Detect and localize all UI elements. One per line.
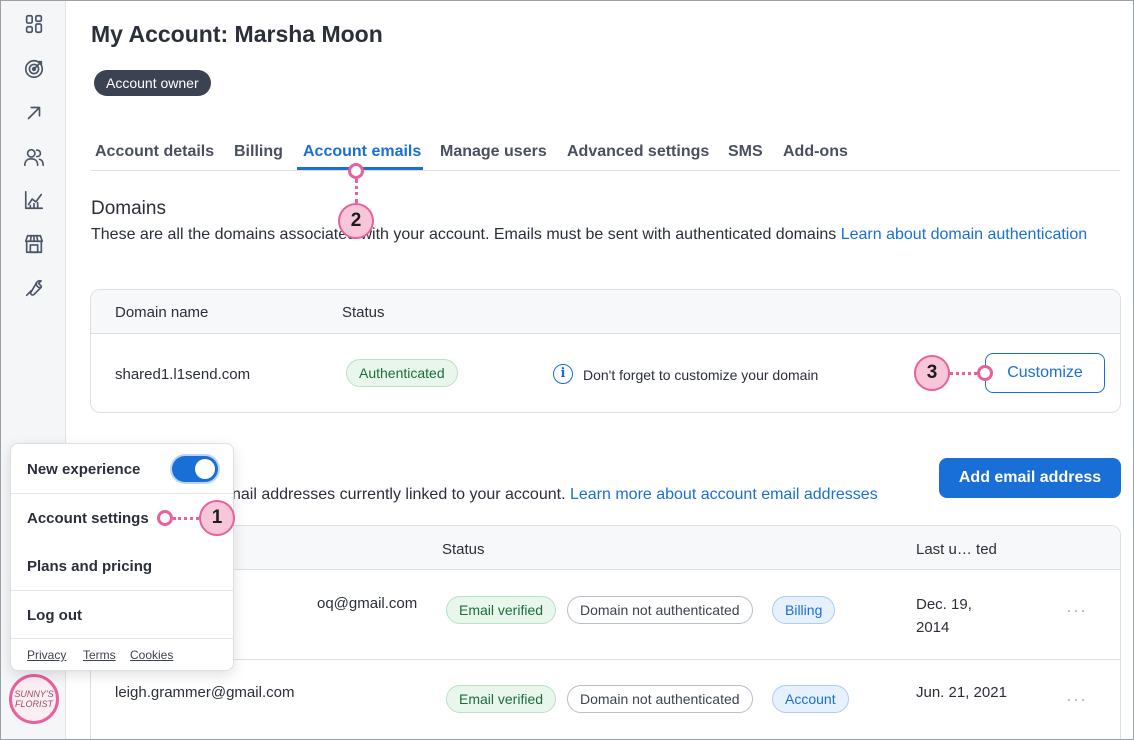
callout-1-marker [157, 510, 173, 526]
callout-1-connector [173, 517, 199, 520]
arrow-up-right-icon[interactable] [22, 101, 46, 125]
status-badge: Authenticated [346, 359, 458, 387]
menu-divider [11, 590, 233, 591]
column-domain-name: Domain name [115, 304, 209, 321]
domain-not-authenticated-badge: Domain not authenticated [567, 596, 753, 624]
more-options-icon[interactable]: ··· [1066, 600, 1087, 621]
column-last-updated: Last u… ted [916, 541, 997, 558]
tab-manage-users[interactable]: Manage users [440, 143, 547, 161]
new-experience-label: New experience [27, 461, 141, 478]
tab-bar: Account details Billing Account emails M… [91, 137, 1120, 171]
more-options-icon[interactable]: ··· [1066, 689, 1087, 710]
app-window: SUNNY'S FLORIST My Account: Marsha Moon … [0, 0, 1134, 740]
store-icon[interactable] [22, 232, 46, 256]
page-title: My Account: Marsha Moon [91, 21, 383, 47]
last-updated-line1: Jun. 21, 2021 [916, 684, 1007, 701]
account-badge: Account [772, 685, 849, 713]
target-icon[interactable] [22, 57, 46, 81]
tab-billing[interactable]: Billing [234, 143, 283, 161]
emails-description: nail addresses currently linked to your … [232, 483, 932, 507]
emails-table-header: Status Last u… ted [91, 526, 1120, 570]
dashboard-icon[interactable] [22, 12, 46, 36]
privacy-link[interactable]: Privacy [27, 648, 66, 662]
callout-2: 2 [338, 203, 374, 239]
info-icon: i [553, 364, 573, 384]
terms-link[interactable]: Terms [83, 648, 116, 662]
add-email-address-button[interactable]: Add email address [939, 458, 1121, 498]
tab-account-details[interactable]: Account details [95, 143, 214, 161]
email-address: oq@gmail.com [317, 595, 418, 612]
callout-3: 3 [914, 355, 950, 391]
menu-item-account-settings[interactable]: Account settings [27, 510, 149, 527]
new-experience-toggle[interactable] [172, 456, 218, 482]
wrench-icon[interactable] [22, 276, 46, 300]
domain-auth-link[interactable]: Learn about domain authentication [841, 226, 1087, 243]
domains-description-text: These are all the domains associated wit… [91, 226, 837, 243]
email-verified-badge: Email verified [446, 685, 557, 713]
domain-not-authenticated-badge: Domain not authenticated [567, 685, 753, 713]
callout-1: 1 [199, 500, 235, 536]
column-status: Status [342, 304, 385, 321]
emails-description-text: nail addresses currently linked to your … [232, 486, 566, 503]
domains-heading: Domains [91, 198, 166, 219]
domain-name: shared1.l1send.com [115, 366, 251, 383]
tab-advanced-settings[interactable]: Advanced settings [567, 143, 709, 161]
cookies-link[interactable]: Cookies [130, 648, 173, 662]
menu-item-plans-and-pricing[interactable]: Plans and pricing [27, 558, 152, 575]
emails-table: Status Last u… ted oq@gmail.com Email ve… [90, 525, 1121, 739]
tab-account-emails[interactable]: Account emails [303, 143, 421, 161]
callout-2-connector [355, 179, 358, 203]
customize-hint: Don't forget to customize your domain [583, 367, 819, 383]
chart-icon[interactable] [22, 188, 46, 212]
avatar[interactable]: SUNNY'S FLORIST [9, 674, 59, 724]
customize-button[interactable]: Customize [985, 353, 1105, 393]
avatar-text: SUNNY'S FLORIST [14, 689, 54, 709]
email-addresses-link[interactable]: Learn more about account email addresses [570, 486, 878, 503]
email-address: leigh.grammer@gmail.com [115, 684, 295, 701]
domains-table-header: Domain name Status [91, 290, 1120, 334]
tab-add-ons[interactable]: Add-ons [783, 143, 848, 161]
callout-2-marker [348, 163, 364, 179]
domains-description: These are all the domains associated wit… [91, 223, 1091, 247]
role-badge: Account owner [94, 70, 211, 96]
email-verified-badge: Email verified [446, 596, 557, 624]
row-divider [91, 659, 1120, 660]
column-status: Status [442, 541, 485, 558]
toggle-knob [195, 459, 215, 479]
account-menu: New experience Account settings Plans an… [10, 443, 234, 671]
menu-item-log-out[interactable]: Log out [27, 607, 82, 624]
last-updated-line1: Dec. 19, [916, 596, 972, 613]
billing-badge: Billing [772, 596, 836, 624]
last-updated-line2: 2014 [916, 619, 950, 636]
menu-divider [11, 638, 233, 639]
callout-3-connector [950, 372, 977, 375]
callout-3-marker [977, 365, 993, 381]
users-icon[interactable] [22, 145, 46, 169]
domains-table: Domain name Status shared1.l1send.com Au… [90, 289, 1121, 413]
menu-divider [11, 493, 233, 494]
tab-sms[interactable]: SMS [728, 143, 763, 161]
